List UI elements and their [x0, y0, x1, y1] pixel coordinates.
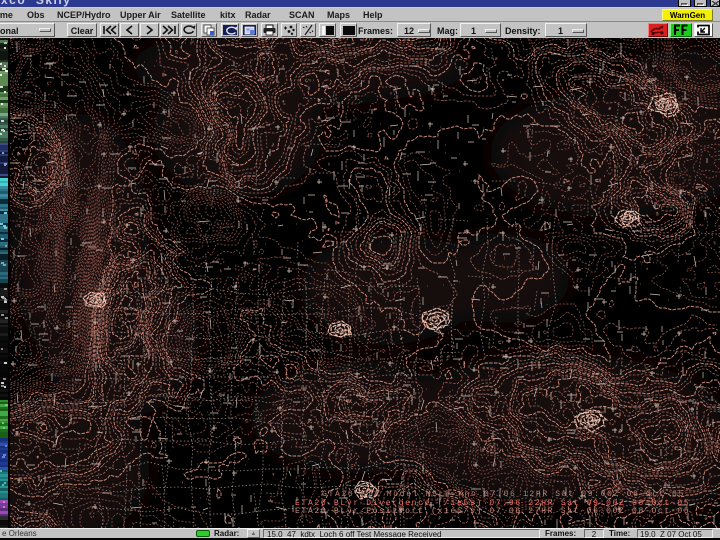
svg-text:ETA20 BLyr PositVort (x1e5/s): ETA20 BLyr PositVort (x1e5/s) 07.06 27HR…: [295, 507, 690, 516]
svg-text:GTA20 ETA Model MSLP Kno 07.0: GTA20 ETA Model MSLP Kno 07.06 12HR Sat …: [322, 490, 685, 499]
